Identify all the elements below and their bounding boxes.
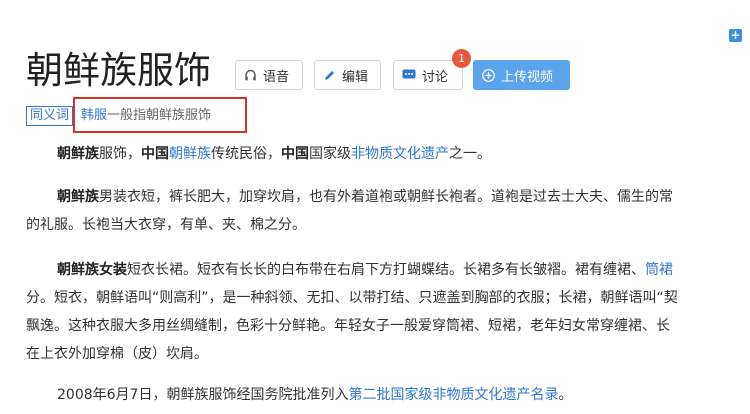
upload-video-button[interactable]: 上传视频 xyxy=(473,60,570,90)
text: 。 xyxy=(558,387,573,403)
chat-icon xyxy=(402,69,416,81)
voice-button[interactable]: 语音 xyxy=(235,60,303,90)
bold-text: 朝鲜族 xyxy=(57,146,99,162)
link-heritage-list[interactable]: 第二批国家级非物质文化遗产名录 xyxy=(348,387,558,403)
edit-button[interactable]: 编辑 xyxy=(314,60,381,90)
text: 短衣长裙。短衣有长长的白布带在右肩下方打蝴蝶结。长裙多有长皱褶。裙有缠裙、 xyxy=(127,262,645,278)
link-chaoxianzu[interactable]: 朝鲜族 xyxy=(169,146,211,162)
page-title-row: 朝鲜族服饰 xyxy=(26,48,211,94)
text: 传统民俗， xyxy=(211,146,281,162)
synonym-row: 同义词 xyxy=(26,105,74,127)
add-icon[interactable]: + xyxy=(729,29,742,42)
headphones-icon xyxy=(244,69,257,82)
paragraph-3-line-4: 在上衣外加穿棉（皮）坎肩。 xyxy=(26,346,208,362)
upload-video-label: 上传视频 xyxy=(501,69,554,85)
paragraph-2-line-2: 的礼服。长袍当大衣穿，有单、夹、棉之分。 xyxy=(26,217,306,233)
paragraph-4: 2008年6月7日，朝鲜族服饰经国务院批准列入第二批国家级非物质文化遗产名录。 xyxy=(26,381,750,409)
synonym-tag: 同义词 xyxy=(26,106,74,126)
bold-text: 朝鲜族女装 xyxy=(57,262,127,278)
text: 男装衣短，裤长肥大，加穿坎肩，也有外着道袍或朝鲜长袍者。道袍是过去士大夫、儒生的… xyxy=(99,189,673,205)
bold-text: 中国 xyxy=(141,146,169,162)
text: 国家级 xyxy=(309,146,351,162)
link-tongqun[interactable]: 筒裙 xyxy=(645,262,673,278)
page-title: 朝鲜族服饰 xyxy=(26,49,211,92)
edit-label: 编辑 xyxy=(342,69,369,85)
paragraph-3-line-3: 飘逸。这种衣服大多用丝绸缝制，色彩十分鲜艳。年轻女子一般爱穿筒裙、短裙，老年妇女… xyxy=(26,318,670,334)
bold-text: 中国 xyxy=(281,146,309,162)
paragraph-3-line-2: 分。短衣，朝鲜语叫“则高利”，是一种斜领、无扣、以带打结、只遮盖到胸部的衣服；长… xyxy=(26,290,678,306)
paragraph-2: 朝鲜族男装衣短，裤长肥大，加穿坎肩，也有外着道袍或朝鲜长袍者。道袍是过去士大夫、… xyxy=(26,183,750,211)
discuss-count-badge: 1 xyxy=(452,49,471,68)
discuss-button[interactable]: 讨论 xyxy=(393,60,463,90)
bold-text: 朝鲜族 xyxy=(57,189,99,205)
paragraph-3: 朝鲜族女装短衣长裙。短衣有长长的白布带在右肩下方打蝴蝶结。长裙多有长皱褶。裙有缠… xyxy=(26,256,750,284)
voice-label: 语音 xyxy=(263,69,290,85)
text: 2008年6月7日，朝鲜族服饰经国务院批准列入 xyxy=(57,387,349,403)
discuss-label: 讨论 xyxy=(422,69,449,85)
text: 之一。 xyxy=(449,146,491,162)
plus-circle-icon xyxy=(482,68,495,82)
pencil-icon xyxy=(323,69,336,82)
text: 服饰， xyxy=(99,146,141,162)
highlight-box xyxy=(73,97,247,133)
link-intangible-heritage[interactable]: 非物质文化遗产 xyxy=(351,146,449,162)
paragraph-1: 朝鲜族服饰，中国朝鲜族传统民俗，中国国家级非物质文化遗产之一。 xyxy=(26,140,750,168)
